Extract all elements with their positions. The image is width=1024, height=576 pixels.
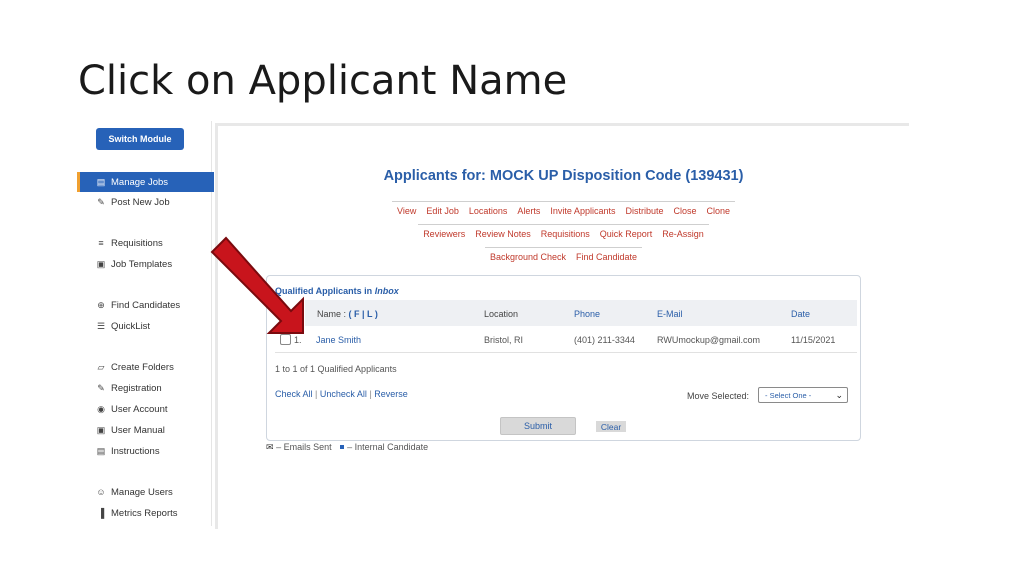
column-name[interactable]: Name : ( F | L ) (317, 309, 378, 319)
users-icon: ☺ (96, 487, 106, 497)
job-action-distribute[interactable]: Distribute (620, 201, 669, 218)
chevron-down-icon: ⌄ (835, 390, 843, 400)
legend: ✉ – Emails Sent – Internal Candidate (266, 442, 428, 453)
job-action-alerts[interactable]: Alerts (512, 201, 546, 218)
slide-title: Click on Applicant Name (78, 58, 568, 104)
column-date[interactable]: Date (791, 309, 810, 319)
clipboard-icon: ▣ (96, 258, 106, 269)
sidebar-item-manage-jobs[interactable]: ▤ Manage Jobs (77, 172, 214, 192)
sidebar-item-label: User Manual (111, 424, 165, 436)
sidebar-item-post-new-job[interactable]: ✎ Post New Job (77, 192, 211, 212)
job-action-locations[interactable]: Locations (463, 201, 513, 218)
column-phone[interactable]: Phone (574, 309, 600, 319)
check-all-link[interactable]: Check All (275, 389, 313, 399)
sidebar-item-instructions[interactable]: ▤ Instructions (77, 441, 211, 461)
applicant-location: Bristol, RI (484, 335, 524, 345)
table-header: Name : ( F | L ) Location Phone E-Mail D… (305, 300, 857, 326)
sidebar-item-label: Registration (111, 382, 162, 394)
applicant-email: RWUmockup@gmail.com (657, 335, 760, 345)
user-circle-icon: ◉ (97, 403, 105, 414)
job-action-find-candidate[interactable]: Find Candidate (571, 247, 643, 264)
card-heading: Qualified Applicants in Inbox (275, 286, 399, 296)
sidebar-item-label: User Account (111, 403, 168, 415)
job-action-edit-job[interactable]: Edit Job (421, 201, 464, 218)
job-action-close[interactable]: Close (668, 201, 702, 218)
internal-candidate-marker-icon (340, 445, 345, 449)
main-panel: Applicants for: MOCK UP Disposition Code… (215, 123, 909, 529)
sidebar: Switch Module ▤ Manage Jobs ✎ Post New Job ≡… (77, 121, 214, 526)
sidebar-item-registration[interactable]: ✎ Registration (77, 378, 211, 398)
app-screenshot: Switch Module ▤ Manage Jobs ✎ Post New Job ≡… (77, 121, 909, 529)
legend-internal-candidate: – Internal Candidate (347, 442, 429, 452)
results-count: 1 to 1 of 1 Qualified Applicants (275, 364, 397, 374)
edit-icon: ✎ (97, 196, 105, 207)
column-location: Location (484, 309, 519, 319)
sidebar-item-label: Find Candidates (111, 299, 181, 311)
uncheck-all-link[interactable]: Uncheck All (320, 389, 367, 399)
folder-name: Inbox (374, 286, 399, 296)
sidebar-item-quicklist[interactable]: ☰ QuickList (77, 316, 211, 336)
submit-button[interactable]: Submit (500, 417, 576, 435)
sidebar-item-label: Instructions (111, 445, 160, 457)
sidebar-item-label: Manage Jobs (111, 176, 169, 188)
applicants-card: Qualified Applicants in Inbox Name : ( F… (266, 275, 861, 441)
row-index: 1. (294, 335, 302, 345)
clear-button[interactable]: Clear (596, 421, 626, 432)
job-action-review-notes[interactable]: Review Notes (470, 224, 536, 241)
register-icon: ✎ (97, 382, 105, 393)
job-actions-row-3: Background Check Find Candidate (218, 247, 909, 264)
move-selected-select[interactable]: - Select One - ⌄ (758, 387, 848, 403)
sidebar-item-label: QuickList (111, 320, 151, 332)
job-action-quick-report[interactable]: Quick Report (594, 224, 658, 241)
list-icon: ≡ (98, 238, 104, 248)
checklist-icon: ☰ (96, 320, 106, 331)
column-email[interactable]: E-Mail (657, 309, 683, 319)
sidebar-item-create-folders[interactable]: ▱ Create Folders (77, 357, 211, 377)
job-action-invite-applicants[interactable]: Invite Applicants (545, 201, 621, 218)
selection-links: Check All | Uncheck All | Reverse (275, 389, 408, 399)
sidebar-item-label: Requisitions (111, 237, 163, 249)
job-action-requisitions[interactable]: Requisitions (535, 224, 595, 241)
job-action-re-assign[interactable]: Re-Assign (657, 224, 709, 241)
reverse-link[interactable]: Reverse (374, 389, 408, 399)
row-checkbox[interactable] (280, 334, 291, 345)
sidebar-item-metrics-reports[interactable]: ▐ Metrics Reports (77, 503, 211, 523)
job-action-reviewers[interactable]: Reviewers (418, 224, 471, 241)
briefcase-icon: ▤ (96, 176, 106, 187)
sidebar-item-manage-users[interactable]: ☺ Manage Users (77, 482, 211, 502)
move-selected-label: Move Selected: (687, 391, 750, 401)
sidebar-item-requisitions[interactable]: ≡ Requisitions (77, 233, 211, 253)
legend-emails-sent: – Emails Sent (276, 442, 332, 452)
sidebar-item-label: Post New Job (111, 196, 170, 208)
document-icon: ▤ (96, 445, 106, 456)
sidebar-item-user-account[interactable]: ◉ User Account (77, 399, 211, 419)
applicant-name-link[interactable]: Jane Smith (316, 335, 361, 345)
job-action-view[interactable]: View (391, 201, 422, 218)
sidebar-item-user-manual[interactable]: ▣ User Manual (77, 420, 211, 440)
sidebar-item-label: Create Folders (111, 361, 174, 373)
applicant-phone: (401) 211-3344 (574, 335, 635, 345)
folder-icon: ▱ (97, 361, 105, 372)
sidebar-item-label: Metrics Reports (111, 507, 178, 519)
sidebar-item-find-candidates[interactable]: ⊕ Find Candidates (77, 295, 211, 315)
search-icon: ⊕ (97, 299, 105, 310)
sidebar-item-label: Manage Users (111, 486, 173, 498)
page-title: Applicants for: MOCK UP Disposition Code… (383, 168, 744, 184)
applicant-date: 11/15/2021 (791, 335, 836, 345)
sidebar-item-job-templates[interactable]: ▣ Job Templates (77, 254, 211, 274)
job-actions-row-2: Reviewers Review Notes Requisitions Quick R… (218, 224, 909, 241)
book-icon: ▣ (96, 424, 106, 435)
sidebar-item-label: Job Templates (111, 258, 173, 270)
job-action-background-check[interactable]: Background Check (484, 247, 571, 264)
envelope-icon: ✉ (266, 442, 274, 452)
job-action-clone[interactable]: Clone (701, 201, 736, 218)
switch-module-button[interactable]: Switch Module (96, 128, 184, 150)
chart-icon: ▐ (97, 508, 105, 518)
job-actions-row-1: View Edit Job Locations Alerts Invite Applic… (218, 201, 909, 218)
table-row: 1. Jane Smith Bristol, RI (401) 211-3344… (275, 328, 857, 353)
